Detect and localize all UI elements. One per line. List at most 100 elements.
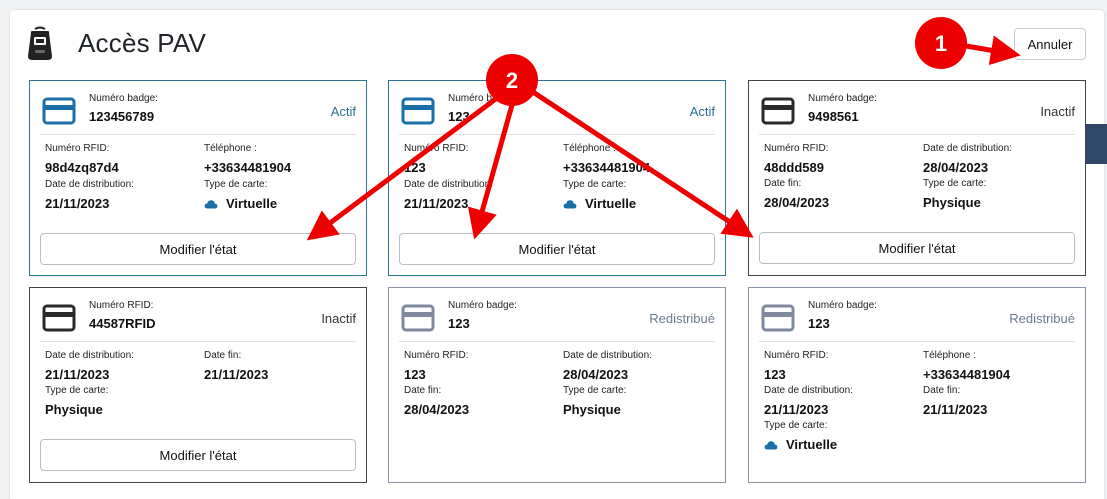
- distribution-date-label: Date de distribution:: [923, 143, 1012, 154]
- distribution-date-field: Date de distribution: 28/04/2023: [923, 143, 1012, 175]
- card-type-label: Type de carte:: [563, 385, 627, 396]
- distribution-date-value: 21/11/2023: [404, 196, 469, 211]
- page-title: Accès PAV: [78, 28, 206, 58]
- modify-state-button[interactable]: Modifier l'état: [40, 233, 356, 265]
- distribution-date-value: 21/11/2023: [45, 367, 110, 382]
- badge-card: Numéro RFID: 44587RFID Inactif Date de d…: [29, 287, 367, 483]
- card-type-field: Type de carte: Physique: [923, 178, 986, 210]
- rfid-field: Numéro RFID: 98d4zq87d4: [45, 143, 119, 175]
- divider: [759, 341, 1075, 342]
- card-type-field: Type de carte: Virtuelle: [764, 420, 837, 452]
- card-type-text: Virtuelle: [786, 437, 838, 452]
- card-type-field: Type de carte: Virtuelle: [204, 179, 277, 211]
- end-date-field: Date fin: 21/11/2023: [923, 385, 987, 417]
- rfid-field: Numéro RFID: 123: [404, 350, 468, 382]
- distribution-date-field: Date de distribution: 21/11/2023: [764, 385, 853, 417]
- badge-number-value: 123: [808, 316, 830, 331]
- status-badge: Inactif: [1040, 104, 1075, 119]
- card-type-text: Virtuelle: [226, 196, 278, 211]
- end-date-label: Date fin:: [764, 178, 802, 189]
- card-type-value: Virtuelle: [204, 196, 277, 211]
- phone-value: +33634481904: [204, 160, 292, 175]
- distribution-date-value: 21/11/2023: [45, 196, 110, 211]
- status-badge: Redistribué: [649, 311, 715, 326]
- modify-state-button[interactable]: Modifier l'état: [399, 233, 715, 265]
- badge-card: Numéro badge: 9498561 Inactif Numéro RFI…: [748, 80, 1086, 276]
- rfid-number-value: 44587RFID: [89, 316, 156, 331]
- end-date-field: Date fin: 21/11/2023: [204, 350, 268, 382]
- end-date-value: 21/11/2023: [923, 402, 988, 417]
- card-type-label: Type de carte:: [204, 179, 268, 190]
- rfid-field: Numéro RFID: 123: [764, 350, 828, 382]
- phone-label: Téléphone :: [923, 350, 976, 361]
- cancel-button[interactable]: Annuler: [1014, 28, 1086, 60]
- status-badge: Redistribué: [1009, 311, 1075, 326]
- credit-card-icon: [401, 304, 435, 332]
- badge-number-label: Numéro badge:: [808, 300, 877, 311]
- badge-card: Numéro badge: 123 Redistribué Numéro RFI…: [748, 287, 1086, 483]
- distribution-date-field: Date de distribution: 21/11/2023: [45, 179, 134, 211]
- phone-field: Téléphone : +33634481904: [923, 350, 1010, 382]
- divider: [399, 341, 715, 342]
- end-date-label: Date fin:: [204, 350, 242, 361]
- pav-terminal-icon: [28, 26, 52, 60]
- phone-field: Téléphone : +33634481904: [563, 143, 650, 175]
- badge-number-value: 123: [448, 109, 470, 124]
- rfid-value: 98d4zq87d4: [45, 160, 119, 175]
- modify-state-button[interactable]: Modifier l'état: [40, 439, 356, 471]
- badge-number-label: Numéro badge:: [448, 93, 517, 104]
- end-date-field: Date fin: 28/04/2023: [404, 385, 469, 417]
- card-type-value: Virtuelle: [563, 196, 636, 211]
- status-badge: Actif: [689, 104, 715, 119]
- end-date-field: Date fin: 28/04/2023: [764, 178, 829, 210]
- card-type-field: Type de carte: Physique: [45, 385, 108, 417]
- rfid-label: Numéro RFID:: [764, 350, 829, 361]
- distribution-date-label: Date de distribution:: [45, 179, 134, 190]
- card-type-field: Type de carte: Virtuelle: [563, 179, 636, 211]
- phone-value: +33634481904: [923, 367, 1011, 382]
- distribution-date-label: Date de distribution:: [404, 179, 493, 190]
- rfid-label: Numéro RFID:: [404, 143, 469, 154]
- modify-state-button[interactable]: Modifier l'état: [759, 232, 1075, 264]
- card-type-label: Type de carte:: [45, 385, 109, 396]
- card-type-value: Physique: [923, 195, 981, 210]
- card-type-text: Virtuelle: [585, 196, 637, 211]
- credit-card-icon: [42, 304, 76, 332]
- card-type-field: Type de carte: Physique: [563, 385, 626, 417]
- distribution-date-field: Date de distribution: 21/11/2023: [45, 350, 134, 382]
- status-badge: Actif: [330, 104, 356, 119]
- credit-card-icon: [761, 304, 795, 332]
- badge-card: Numéro badge: 123 Actif Numéro RFID: 123…: [388, 80, 726, 276]
- badge-number-value: 9498561: [808, 109, 859, 124]
- distribution-date-value: 28/04/2023: [923, 160, 989, 175]
- card-type-value: Physique: [45, 402, 103, 417]
- distribution-date-value: 21/11/2023: [764, 402, 829, 417]
- divider: [399, 134, 715, 135]
- cloud-icon: [563, 199, 577, 208]
- card-type-label: Type de carte:: [923, 178, 987, 189]
- distribution-date-field: Date de distribution: 28/04/2023: [563, 350, 652, 382]
- status-badge: Inactif: [321, 311, 356, 326]
- rfid-label: Numéro RFID:: [764, 143, 829, 154]
- badge-number-value: 123: [448, 316, 470, 331]
- end-date-label: Date fin:: [404, 385, 442, 396]
- cloud-icon: [204, 199, 218, 208]
- end-date-value: 28/04/2023: [404, 402, 470, 417]
- distribution-date-label: Date de distribution:: [45, 350, 134, 361]
- distribution-date-label: Date de distribution:: [563, 350, 652, 361]
- rfid-value: 123: [764, 367, 786, 382]
- badge-number-label: Numéro badge:: [89, 93, 158, 104]
- phone-label: Téléphone :: [204, 143, 257, 154]
- cloud-icon: [764, 440, 778, 449]
- rfid-field: Numéro RFID: 123: [404, 143, 468, 175]
- rfid-value: 48ddd589: [764, 160, 824, 175]
- badge-number-label: Numéro badge:: [808, 93, 877, 104]
- card-type-label: Type de carte:: [764, 420, 828, 431]
- distribution-date-value: 28/04/2023: [563, 367, 629, 382]
- card-type-value: Physique: [563, 402, 621, 417]
- phone-value: +33634481904: [563, 160, 651, 175]
- badge-card: Numéro badge: 123 Redistribué Numéro RFI…: [388, 287, 726, 483]
- phone-field: Téléphone : +33634481904: [204, 143, 291, 175]
- distribution-date-label: Date de distribution:: [764, 385, 853, 396]
- divider: [759, 134, 1075, 135]
